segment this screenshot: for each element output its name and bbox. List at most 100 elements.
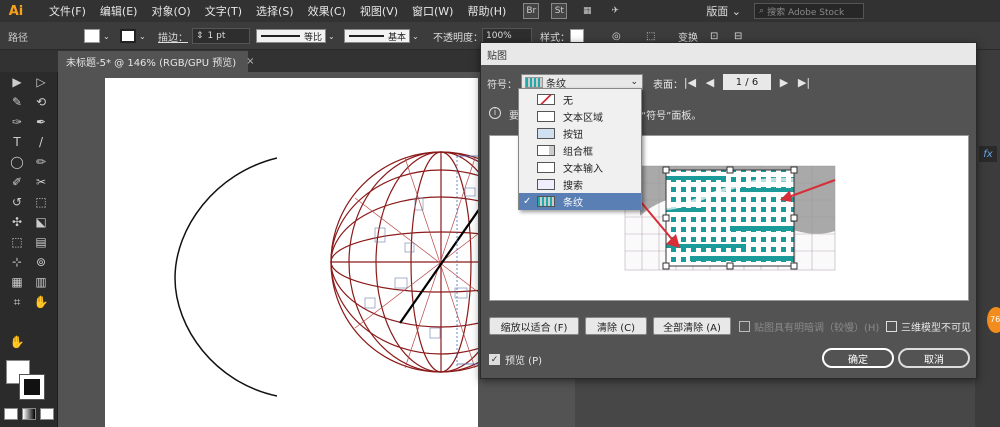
menu-view[interactable]: 视图(V): [353, 3, 405, 19]
floating-badge[interactable]: 76: [987, 307, 1000, 333]
stroke-weight-field[interactable]: ⇕ 1 pt: [192, 27, 250, 45]
workspace-switcher[interactable]: 版面 ⌄: [699, 3, 748, 19]
menu-effect[interactable]: 效果(C): [301, 3, 353, 19]
shade-artwork-checkbox: 贴图具有明暗调（较慢）(H): [739, 319, 879, 334]
curvature-tool-icon[interactable]: ✒: [30, 114, 52, 130]
menu-select[interactable]: 选择(S): [249, 3, 301, 19]
clear-button[interactable]: 清除 (C): [585, 317, 647, 335]
type-tool-icon[interactable]: T: [6, 134, 28, 150]
menu-file[interactable]: 文件(F): [42, 3, 93, 19]
tools-panel: ▶ ▷ ✎ ⟲ ✑ ✒ T / ◯ ✏ ✐ ✂ ↺ ⬚ ✣ ⬕ ⬚ ▤ ⊹ ⊚ …: [0, 72, 58, 427]
none-symbol-icon: [537, 94, 555, 105]
clear-all-button[interactable]: 全部清除 (A): [653, 317, 731, 335]
column-graph-tool-icon[interactable]: ✋: [30, 294, 52, 310]
invisible-geometry-checkbox[interactable]: 三维模型不可见: [886, 319, 971, 334]
document-tab[interactable]: 未标题-5* @ 146% (RGB/GPU 预览) ×: [58, 51, 255, 72]
preview-checkbox[interactable]: ✓ 预览 (P): [489, 352, 542, 367]
illustrator-window: Ai 文件(F) 编辑(E) 对象(O) 文字(T) 选择(S) 效果(C) 视…: [0, 0, 1000, 427]
list-item-label: 组合框: [563, 147, 593, 158]
mesh-tool-icon[interactable]: ⊹: [6, 254, 28, 270]
list-item-label: 文本区域: [563, 113, 603, 124]
blend-tool-icon[interactable]: ▥: [30, 274, 52, 290]
selection-tool-icon[interactable]: ▶: [6, 74, 28, 90]
hand-tool-icon[interactable]: ✋: [6, 334, 28, 350]
gradient-mode-icon[interactable]: [22, 408, 36, 420]
list-item[interactable]: 按钮: [519, 125, 641, 142]
previous-surface-button[interactable]: ◀: [703, 74, 717, 90]
color-mode-icon[interactable]: [4, 408, 18, 420]
arrange-documents-icon[interactable]: ▦: [579, 3, 595, 19]
list-item[interactable]: 文本输入: [519, 159, 641, 176]
canvas-area[interactable]: [58, 72, 552, 427]
preview-label: 预览 (P): [505, 356, 543, 367]
eyedropper-tool-icon[interactable]: ▦: [6, 274, 28, 290]
invisible-geometry-box[interactable]: [886, 321, 897, 332]
gradient-tool-icon[interactable]: ⊚: [30, 254, 52, 270]
stock-search-placeholder: 搜索 Adobe Stock: [767, 7, 845, 18]
surface-page-field[interactable]: 1 / 6: [723, 74, 771, 90]
document-tab-title: 未标题-5* @ 146% (RGB/GPU 预览): [66, 58, 237, 69]
ok-button[interactable]: 确定: [822, 348, 894, 368]
text-area-symbol-icon: [537, 111, 555, 122]
scale-to-fit-button[interactable]: 缩放以适合 (F): [489, 317, 579, 335]
pen-tool-icon[interactable]: ✑: [6, 114, 28, 130]
checkbox-checked-icon[interactable]: ✓: [489, 354, 500, 365]
direct-selection-tool-icon[interactable]: ▷: [30, 74, 52, 90]
menu-help[interactable]: 帮助(H): [460, 3, 513, 19]
fill-swatch[interactable]: ⌄: [84, 27, 110, 45]
magic-wand-tool-icon[interactable]: ✎: [6, 94, 28, 110]
artboard[interactable]: [105, 78, 552, 427]
text-input-symbol-icon: [537, 162, 555, 173]
stock-search-input[interactable]: ⌕ 搜索 Adobe Stock: [754, 3, 865, 19]
perspective-grid-tool-icon[interactable]: ▤: [30, 234, 52, 250]
stripes-thumbnail-icon: [525, 76, 543, 88]
stroke-label[interactable]: 描边：: [158, 27, 188, 45]
scale-tool-icon[interactable]: ⬚: [30, 194, 52, 210]
paintbrush-tool-icon[interactable]: ✏: [30, 154, 52, 170]
scissors-tool-icon[interactable]: ✂: [30, 174, 52, 190]
appearance-fx-icon[interactable]: fx: [979, 146, 997, 162]
dialog-title: 贴图: [481, 43, 976, 65]
free-transform-tool-icon[interactable]: ⬕: [30, 214, 52, 230]
symbol-sprayer-tool-icon[interactable]: ⌗: [6, 294, 28, 310]
stroke-swatch[interactable]: ⌄: [120, 27, 146, 45]
warp-tool-icon[interactable]: ✣: [6, 214, 28, 230]
list-item[interactable]: 文本区域: [519, 108, 641, 125]
stroke-color-swatch[interactable]: [19, 374, 45, 400]
variable-width-profile[interactable]: 等比 ⌄: [256, 27, 335, 45]
sphere-artwork[interactable]: [105, 78, 552, 427]
cancel-button[interactable]: 取消: [898, 348, 970, 368]
menu-bar: Ai 文件(F) 编辑(E) 对象(O) 文字(T) 选择(S) 效果(C) 视…: [0, 0, 1000, 22]
bridge-icon[interactable]: Br: [523, 3, 540, 19]
line-tool-icon[interactable]: /: [30, 134, 52, 150]
list-item[interactable]: 无: [519, 91, 641, 108]
shaper-tool-icon[interactable]: ✐: [6, 174, 28, 190]
chevron-down-icon: ⌄: [630, 77, 638, 87]
menu-type[interactable]: 文字(T): [198, 3, 249, 19]
list-item[interactable]: 搜索: [519, 176, 641, 193]
next-surface-button[interactable]: ▶: [777, 74, 791, 90]
symbol-label: 符号：: [487, 80, 517, 91]
menu-object[interactable]: 对象(O): [144, 3, 197, 19]
gpu-performance-icon[interactable]: ✈: [607, 3, 623, 19]
menu-edit[interactable]: 编辑(E): [93, 3, 145, 19]
shape-builder-tool-icon[interactable]: ⬚: [6, 234, 28, 250]
ellipse-tool-icon[interactable]: ◯: [6, 154, 28, 170]
opacity-label: 不透明度：: [433, 32, 483, 44]
list-item-selected[interactable]: ✓ 条纹: [519, 193, 641, 210]
info-icon: i: [489, 107, 501, 119]
menu-window[interactable]: 窗口(W): [405, 3, 460, 19]
list-item-label: 按钮: [563, 130, 583, 141]
lasso-tool-icon[interactable]: ⟲: [30, 94, 52, 110]
stock-icon[interactable]: St: [551, 3, 568, 19]
last-surface-button[interactable]: ▶|: [797, 74, 811, 90]
list-item[interactable]: 组合框: [519, 142, 641, 159]
document-tab-bar: 未标题-5* @ 146% (RGB/GPU 预览) ×: [0, 50, 480, 72]
brush-definition[interactable]: 基本 ⌄: [344, 27, 419, 45]
close-icon[interactable]: ×: [246, 56, 254, 67]
brush-label: 基本: [387, 32, 406, 43]
first-surface-button[interactable]: |◀: [683, 74, 697, 90]
profile-label: 等比: [303, 32, 322, 43]
none-mode-icon[interactable]: [40, 408, 54, 420]
rotate-tool-icon[interactable]: ↺: [6, 194, 28, 210]
